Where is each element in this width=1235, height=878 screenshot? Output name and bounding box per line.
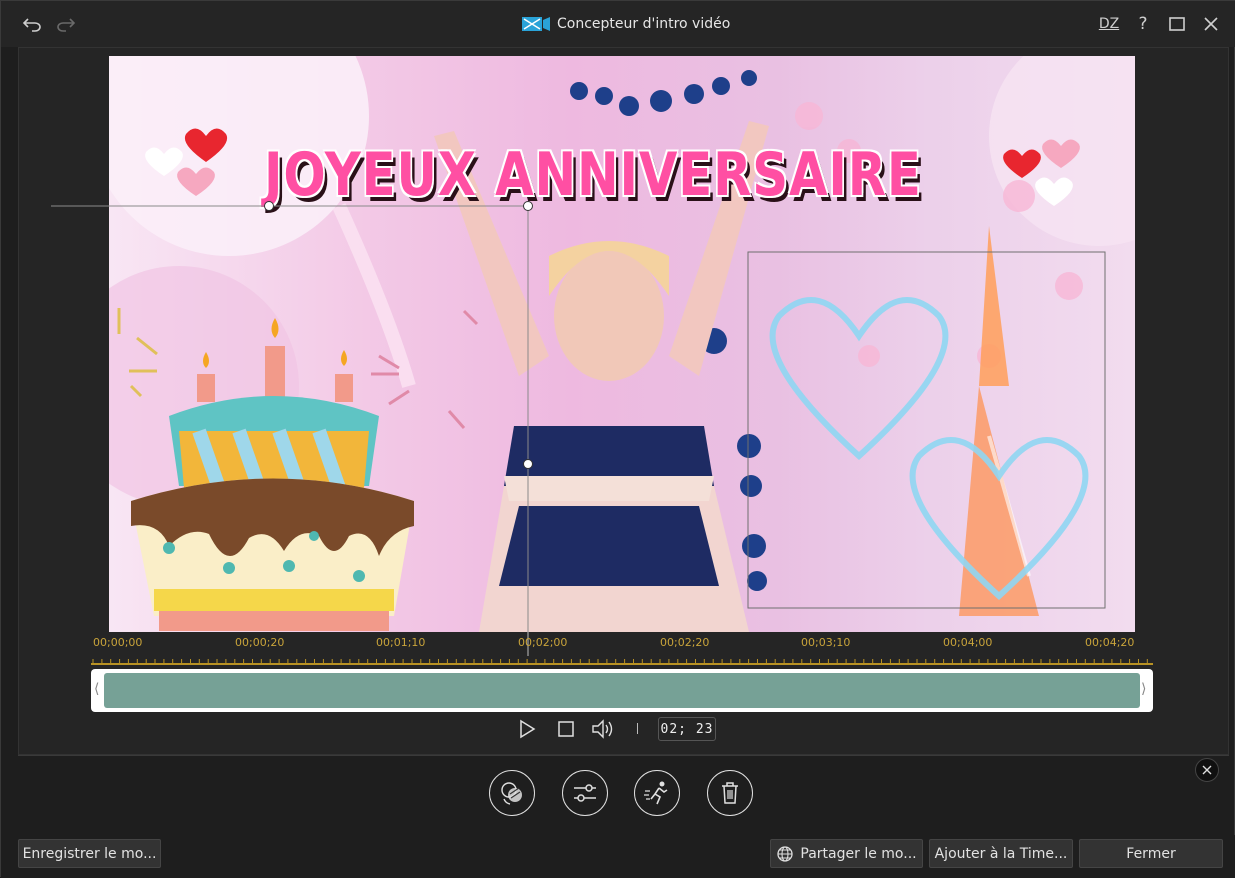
adjust-sliders-icon <box>574 784 596 802</box>
timecode-display[interactable]: 02; 23 <box>658 717 716 741</box>
motion-icon <box>644 781 668 805</box>
ruler-baseline <box>91 663 1153 665</box>
volume-icon <box>592 719 613 739</box>
dz-button[interactable]: DZ <box>1096 11 1122 37</box>
app-logo-icon <box>522 17 550 31</box>
close-label: Fermer <box>1126 845 1176 862</box>
help-button[interactable]: ? <box>1130 11 1156 37</box>
globe-icon <box>777 845 794 862</box>
stop-button[interactable] <box>554 717 578 741</box>
close-tools-button[interactable] <box>1195 758 1219 782</box>
clip-track[interactable]: ⟨ ⟩ <box>91 669 1153 712</box>
save-template-button[interactable]: Enregistrer le mo... <box>18 839 161 868</box>
stop-icon <box>558 721 574 737</box>
window-title: Concepteur d'intro vidéo <box>521 13 730 35</box>
effects-icon <box>501 782 522 805</box>
resize-handle-top-right[interactable] <box>523 201 533 211</box>
trim-right-handle[interactable]: ⟩ <box>1141 681 1146 697</box>
timeline-ruler[interactable]: 00;00;00 00;00;20 00;01;10 00;02;00 00;0… <box>91 633 1153 667</box>
trim-left-handle[interactable]: ⟨ <box>94 681 99 697</box>
effects-button[interactable] <box>489 770 535 816</box>
close-icon <box>1202 765 1212 775</box>
undo-button[interactable] <box>19 11 45 37</box>
resize-handle-top[interactable] <box>264 201 274 211</box>
volume-button[interactable] <box>590 717 616 741</box>
play-icon <box>520 719 536 739</box>
dz-label: DZ <box>1098 16 1120 32</box>
add-to-timeline-label: Ajouter à la Time... <box>934 845 1068 862</box>
undo-icon <box>22 18 41 32</box>
delete-button[interactable] <box>707 770 753 816</box>
save-template-label: Enregistrer le mo... <box>22 845 157 862</box>
add-to-timeline-button[interactable]: Ajouter à la Time... <box>929 839 1073 868</box>
close-icon <box>1204 17 1218 31</box>
motion-button[interactable] <box>634 770 680 816</box>
window-title-text: Concepteur d'intro vidéo <box>557 16 731 32</box>
maximize-button[interactable] <box>1164 11 1190 37</box>
help-icon: ? <box>1138 14 1148 34</box>
video-clip[interactable] <box>104 673 1140 708</box>
intro-designer-window: Concepteur d'intro vidéo DZ ? JOYEUX ANN… <box>0 0 1235 878</box>
volume-separator <box>637 723 638 734</box>
redo-icon <box>57 18 76 32</box>
share-template-label: Partager le mo... <box>800 845 917 862</box>
resize-handle-right[interactable] <box>523 459 533 469</box>
redo-button[interactable] <box>53 11 79 37</box>
title-bar: Concepteur d'intro vidéo DZ ? <box>1 1 1235 47</box>
close-window-button[interactable] <box>1198 11 1224 37</box>
play-button[interactable] <box>515 717 539 741</box>
divider <box>18 755 1229 756</box>
close-button[interactable]: Fermer <box>1079 839 1223 868</box>
share-template-button[interactable]: Partager le mo... <box>770 839 923 868</box>
ruler-ticks <box>92 659 1148 663</box>
maximize-icon <box>1169 17 1185 31</box>
title-text-overlay[interactable]: JOYEUX ANNIVERSAIRE <box>264 140 921 210</box>
video-preview[interactable]: JOYEUX ANNIVERSAIRE <box>109 56 1135 632</box>
trash-icon <box>722 782 738 804</box>
adjust-button[interactable] <box>562 770 608 816</box>
